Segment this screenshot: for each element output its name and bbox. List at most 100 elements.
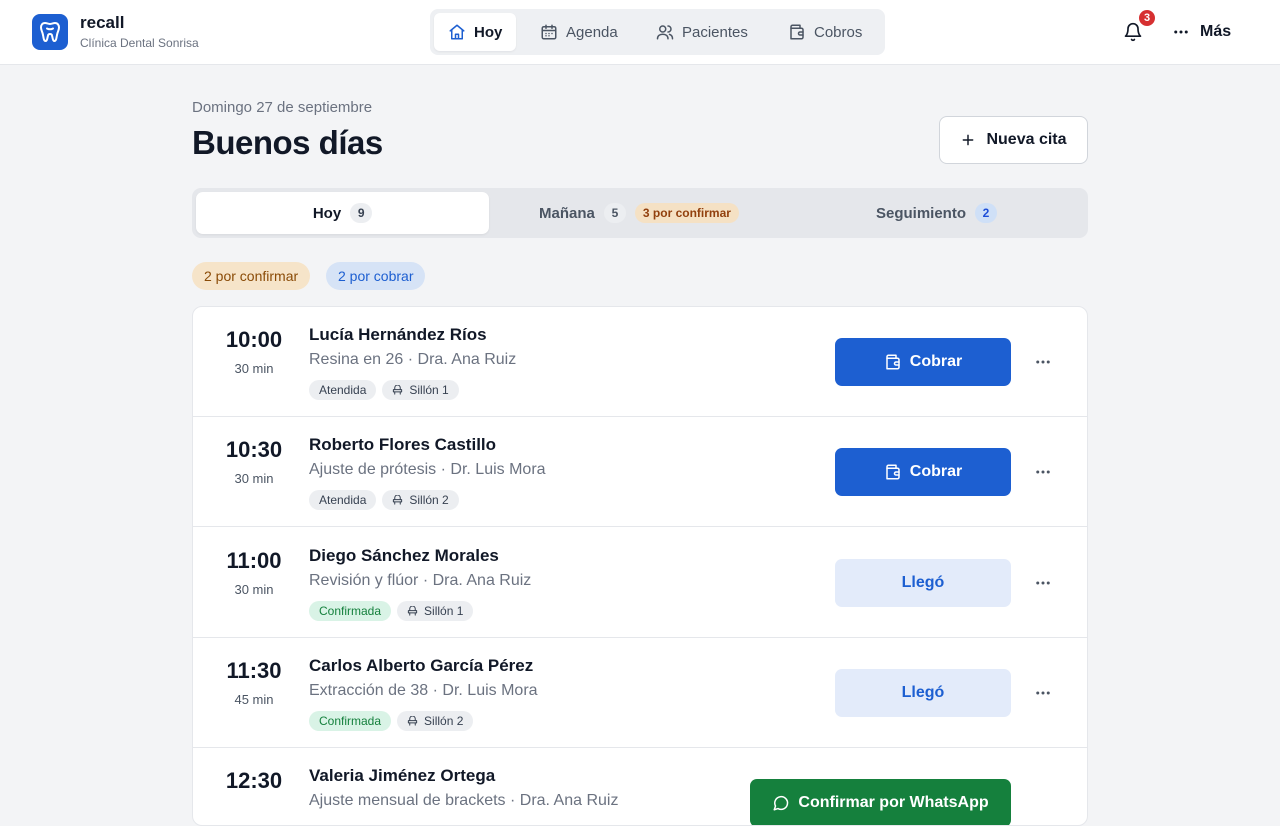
chair-label: Sillón 2: [424, 714, 464, 728]
more-horizontal-icon: [1036, 360, 1050, 364]
appointment-row[interactable]: 10:30 30 min Roberto Flores Castillo Aju…: [193, 417, 1087, 527]
tab-label: Mañana: [539, 204, 595, 222]
tooth-logo-icon: [32, 14, 68, 50]
tab-count: 2: [975, 203, 997, 223]
chair-icon: [393, 494, 403, 505]
current-date: Domingo 27 de septiembre: [192, 99, 373, 116]
status-badge: Atendida: [309, 490, 377, 510]
patient-name: Lucía Hernández Ríos: [309, 325, 487, 344]
patient-name: Valeria Jiménez Ortega: [309, 766, 496, 785]
appointment-row[interactable]: 12:30 Valeria Jiménez Ortega Ajuste mens…: [193, 748, 1087, 825]
nav-item-label: Cobros: [814, 23, 863, 41]
nav-item-label: Hoy: [474, 23, 503, 41]
brand[interactable]: recall Clínica Dental Sonrisa: [32, 14, 199, 50]
tab-count: 9: [350, 203, 373, 223]
appointment-row[interactable]: 11:30 45 min Carlos Alberto García Pérez…: [193, 638, 1087, 748]
charge-button[interactable]: Cobrar: [835, 338, 1011, 386]
appointment-duration: 45 min: [234, 692, 274, 707]
patient-name: Roberto Flores Castillo: [309, 435, 497, 454]
more-horizontal-icon: [1036, 470, 1050, 474]
charge-label: Cobrar: [909, 353, 963, 370]
appointment-time: 12:30: [225, 768, 283, 793]
appointment-time: 11:00: [226, 548, 282, 573]
chair-icon: [407, 605, 418, 616]
wallet-icon: [886, 464, 900, 480]
treatment-detail: Extracción de 38 · Dr. Luis Mora: [309, 682, 538, 699]
treatment-detail: Ajuste de prótesis · Dr. Luis Mora: [309, 461, 546, 478]
new-appointment-button[interactable]: Nueva cita: [939, 116, 1088, 164]
treatment-detail: Ajuste mensual de brackets · Dra. Ana Ru…: [309, 792, 619, 809]
wallet-icon: [790, 24, 804, 40]
wallet-icon: [886, 354, 900, 370]
more-horizontal-icon: [1036, 691, 1050, 695]
more-menu-button[interactable]: Más: [1172, 16, 1231, 48]
tab-seguimiento[interactable]: Seguimiento 2: [789, 192, 1084, 234]
row-options-button[interactable]: [1029, 681, 1057, 705]
appointment-time: 10:30: [225, 437, 283, 462]
appointment-row[interactable]: 10:00 30 min Lucía Hernández Ríos Resina…: [193, 307, 1087, 417]
home-icon: [449, 24, 465, 40]
appointment-list: 10:00 30 min Lucía Hernández Ríos Resina…: [192, 306, 1088, 826]
filter-pending-confirm[interactable]: 2 por confirmar: [192, 262, 311, 290]
arrived-button[interactable]: Llegó: [835, 559, 1011, 607]
chair-badge: Sillón 1: [397, 601, 474, 621]
chair-label: Sillón 1: [409, 383, 449, 397]
notification-count-badge: 3: [1137, 8, 1157, 28]
tab-hoy[interactable]: Hoy 9: [196, 192, 489, 234]
users-icon: [656, 25, 674, 40]
chair-icon: [407, 715, 418, 726]
chair-label: Sillón 2: [409, 493, 449, 507]
charge-button[interactable]: Cobrar: [835, 448, 1011, 496]
tab-pending-badge: 3 por confirmar: [634, 203, 739, 223]
status-badge: Confirmada: [309, 601, 392, 621]
appointment-time: 10:00: [225, 327, 283, 352]
chair-label: Sillón 1: [424, 604, 464, 618]
appointment-duration: 30 min: [234, 582, 274, 597]
more-horizontal-icon: [1174, 30, 1188, 34]
patient-name: Diego Sánchez Morales: [309, 546, 499, 565]
treatment-detail: Revisión y flúor · Dra. Ana Ruiz: [309, 572, 532, 589]
clinic-name: Clínica Dental Sonrisa: [80, 36, 199, 50]
more-label: Más: [1200, 23, 1232, 40]
appointment-duration: 30 min: [234, 361, 274, 376]
nav-item-pacientes[interactable]: Pacientes: [642, 13, 762, 51]
calendar-icon: [541, 24, 557, 40]
charge-label: Cobrar: [909, 463, 963, 480]
nav-item-hoy[interactable]: Hoy: [434, 13, 517, 51]
tab-label: Hoy: [312, 204, 342, 222]
whatsapp-confirm-button[interactable]: Confirmar por WhatsApp: [750, 779, 1011, 825]
tab-label: Seguimiento: [875, 204, 966, 222]
whatsapp-icon: [773, 795, 789, 811]
nav-item-label: Agenda: [566, 23, 618, 41]
status-badge: Confirmada: [309, 711, 392, 731]
appointment-time: 11:30: [226, 658, 282, 683]
chair-badge: Sillón 2: [397, 711, 474, 731]
row-options-button[interactable]: [1029, 460, 1057, 484]
chair-badge: Sillón 2: [382, 490, 459, 510]
nav-item-agenda[interactable]: Agenda: [526, 13, 632, 51]
brand-name: recall: [80, 13, 125, 32]
nav-item-label: Pacientes: [682, 23, 748, 41]
more-horizontal-icon: [1036, 581, 1050, 585]
row-options-button[interactable]: [1029, 571, 1057, 595]
page-title: Buenos días: [192, 124, 383, 161]
arrived-button[interactable]: Llegó: [835, 669, 1011, 717]
treatment-detail: Resina en 26 · Dra. Ana Ruiz: [309, 351, 517, 368]
row-options-button[interactable]: [1029, 350, 1057, 374]
appointment-duration: 30 min: [234, 471, 274, 486]
appointment-row[interactable]: 11:00 30 min Diego Sánchez Morales Revis…: [193, 528, 1087, 638]
filter-pending-charge[interactable]: 2 por cobrar: [326, 262, 426, 290]
tab-manana[interactable]: Mañana 5 3 por confirmar: [489, 192, 789, 234]
top-bar: recall Clínica Dental Sonrisa Hoy Agenda…: [0, 0, 1280, 65]
new-appointment-label: Nueva cita: [986, 131, 1067, 148]
day-tabs: Hoy 9 Mañana 5 3 por confirmar Seguimien…: [192, 188, 1088, 238]
status-badge: Atendida: [309, 380, 377, 400]
chair-badge: Sillón 1: [382, 380, 459, 400]
main-nav: Hoy Agenda Pacientes Cobros: [430, 9, 885, 55]
chair-icon: [393, 384, 403, 395]
tab-count: 5: [603, 203, 626, 223]
plus-icon: [963, 134, 974, 146]
nav-item-cobros[interactable]: Cobros: [774, 13, 876, 51]
whatsapp-confirm-label: Confirmar por WhatsApp: [798, 794, 989, 811]
patient-name: Carlos Alberto García Pérez: [309, 656, 534, 675]
